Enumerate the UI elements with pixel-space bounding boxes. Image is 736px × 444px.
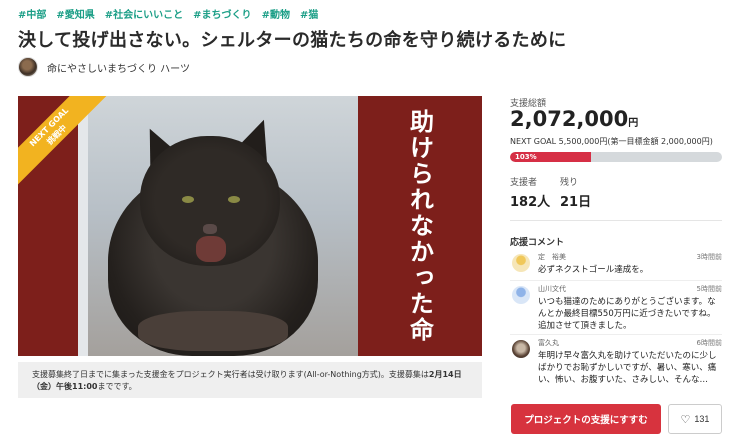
total-amount: 2,072,000円 <box>510 107 638 131</box>
banner-text: 助けられなかった命 <box>405 109 435 343</box>
all-or-nothing-notice: 支援募集終了日までに集まった支援金をプロジェクト実行者は受け取ります(All-o… <box>18 362 482 398</box>
comment-text: 年明け早々富久丸を助けていただいたのに少しばかりでお恥ずかしいですが、暑い、寒い… <box>538 351 717 385</box>
favorite-button[interactable]: ♡ 131 <box>668 404 722 434</box>
comment-time: 5時間前 <box>696 285 722 293</box>
remaining-label: 残り <box>560 178 579 188</box>
commenter-avatar <box>512 254 530 272</box>
supporters-value: 182人 <box>510 195 551 210</box>
ribbon-line1: NEXT GOAL <box>27 105 71 149</box>
commenter-name: 山川文代 <box>538 285 566 293</box>
supporters-label: 支援者 <box>510 178 538 188</box>
progress-bar: 103% <box>510 152 722 162</box>
tag-cats[interactable]: #猫 <box>300 6 318 21</box>
owner-name[interactable]: 命にやさしいまちづくり ハーツ <box>47 60 190 75</box>
comment-separator <box>510 280 722 281</box>
comment-item: 定 裕美 3時間前 必ずネクストゴール達成を。 <box>510 252 722 282</box>
remaining-value: 21日 <box>560 195 592 210</box>
comment-item: 富久丸 6時間前 年明け早々富久丸を助けていただいたのに少しばかりでお恥ずかしい… <box>510 338 722 390</box>
comment-time: 6時間前 <box>696 339 722 347</box>
owner-avatar <box>18 57 38 77</box>
tag-machizukuri[interactable]: #まちづくり <box>193 6 251 21</box>
tag-list: #中部 #愛知県 #社会にいいこと #まちづくり #動物 #猫 <box>18 6 318 21</box>
commenter-avatar <box>512 340 530 358</box>
supporters-stat: 支援者 182人 <box>510 175 550 210</box>
notice-suffix: までです。 <box>97 382 137 391</box>
progress-fill: 103% <box>510 152 591 162</box>
comment-item: 山川文代 5時間前 いつも猫達のためにありがとうございます。なんとか最終目標55… <box>510 284 722 336</box>
comments-title: 応援コメント <box>510 238 565 248</box>
commenter-name: 富久丸 <box>538 339 559 347</box>
notice-text: 支援募集終了日までに集まった支援金をプロジェクト実行者は受け取ります(All-o… <box>32 370 429 379</box>
total-amount-unit: 円 <box>628 118 639 129</box>
next-goal-text: NEXT GOAL 5,500,000円(第一目標金額 2,000,000円) <box>510 137 713 146</box>
project-owner[interactable]: 命にやさしいまちづくり ハーツ <box>18 57 190 77</box>
comment-text: いつも猫達のためにありがとうございます。なんとか最終目標550万円に近づきたいで… <box>538 297 716 331</box>
comment-separator <box>510 334 722 335</box>
heart-icon: ♡ <box>680 413 691 426</box>
remaining-stat: 残り 21日 <box>560 175 591 210</box>
cat-photo <box>78 96 358 356</box>
favorite-count: 131 <box>694 414 710 424</box>
divider <box>510 220 722 221</box>
next-goal-ribbon: NEXT GOAL 挑戦中 <box>18 96 118 196</box>
total-amount-value: 2,072,000 <box>510 107 629 131</box>
tag-social-good[interactable]: #社会にいいこと <box>105 6 183 21</box>
tag-animals[interactable]: #動物 <box>262 6 290 21</box>
hero-image: 助けられなかった命 NEXT GOAL 挑戦中 <box>18 96 482 356</box>
comment-text: 必ずネクストゴール達成を。 <box>538 265 649 275</box>
commenter-avatar <box>512 286 530 304</box>
tag-aichi[interactable]: #愛知県 <box>56 6 94 21</box>
tag-chubu[interactable]: #中部 <box>18 6 46 21</box>
support-project-button[interactable]: プロジェクトの支援にすすむ <box>511 404 661 434</box>
comment-time: 3時間前 <box>696 253 722 261</box>
commenter-name: 定 裕美 <box>538 253 566 261</box>
project-title: 決して投げ出さない。シェルターの猫たちの命を守り続けるために <box>18 30 567 51</box>
